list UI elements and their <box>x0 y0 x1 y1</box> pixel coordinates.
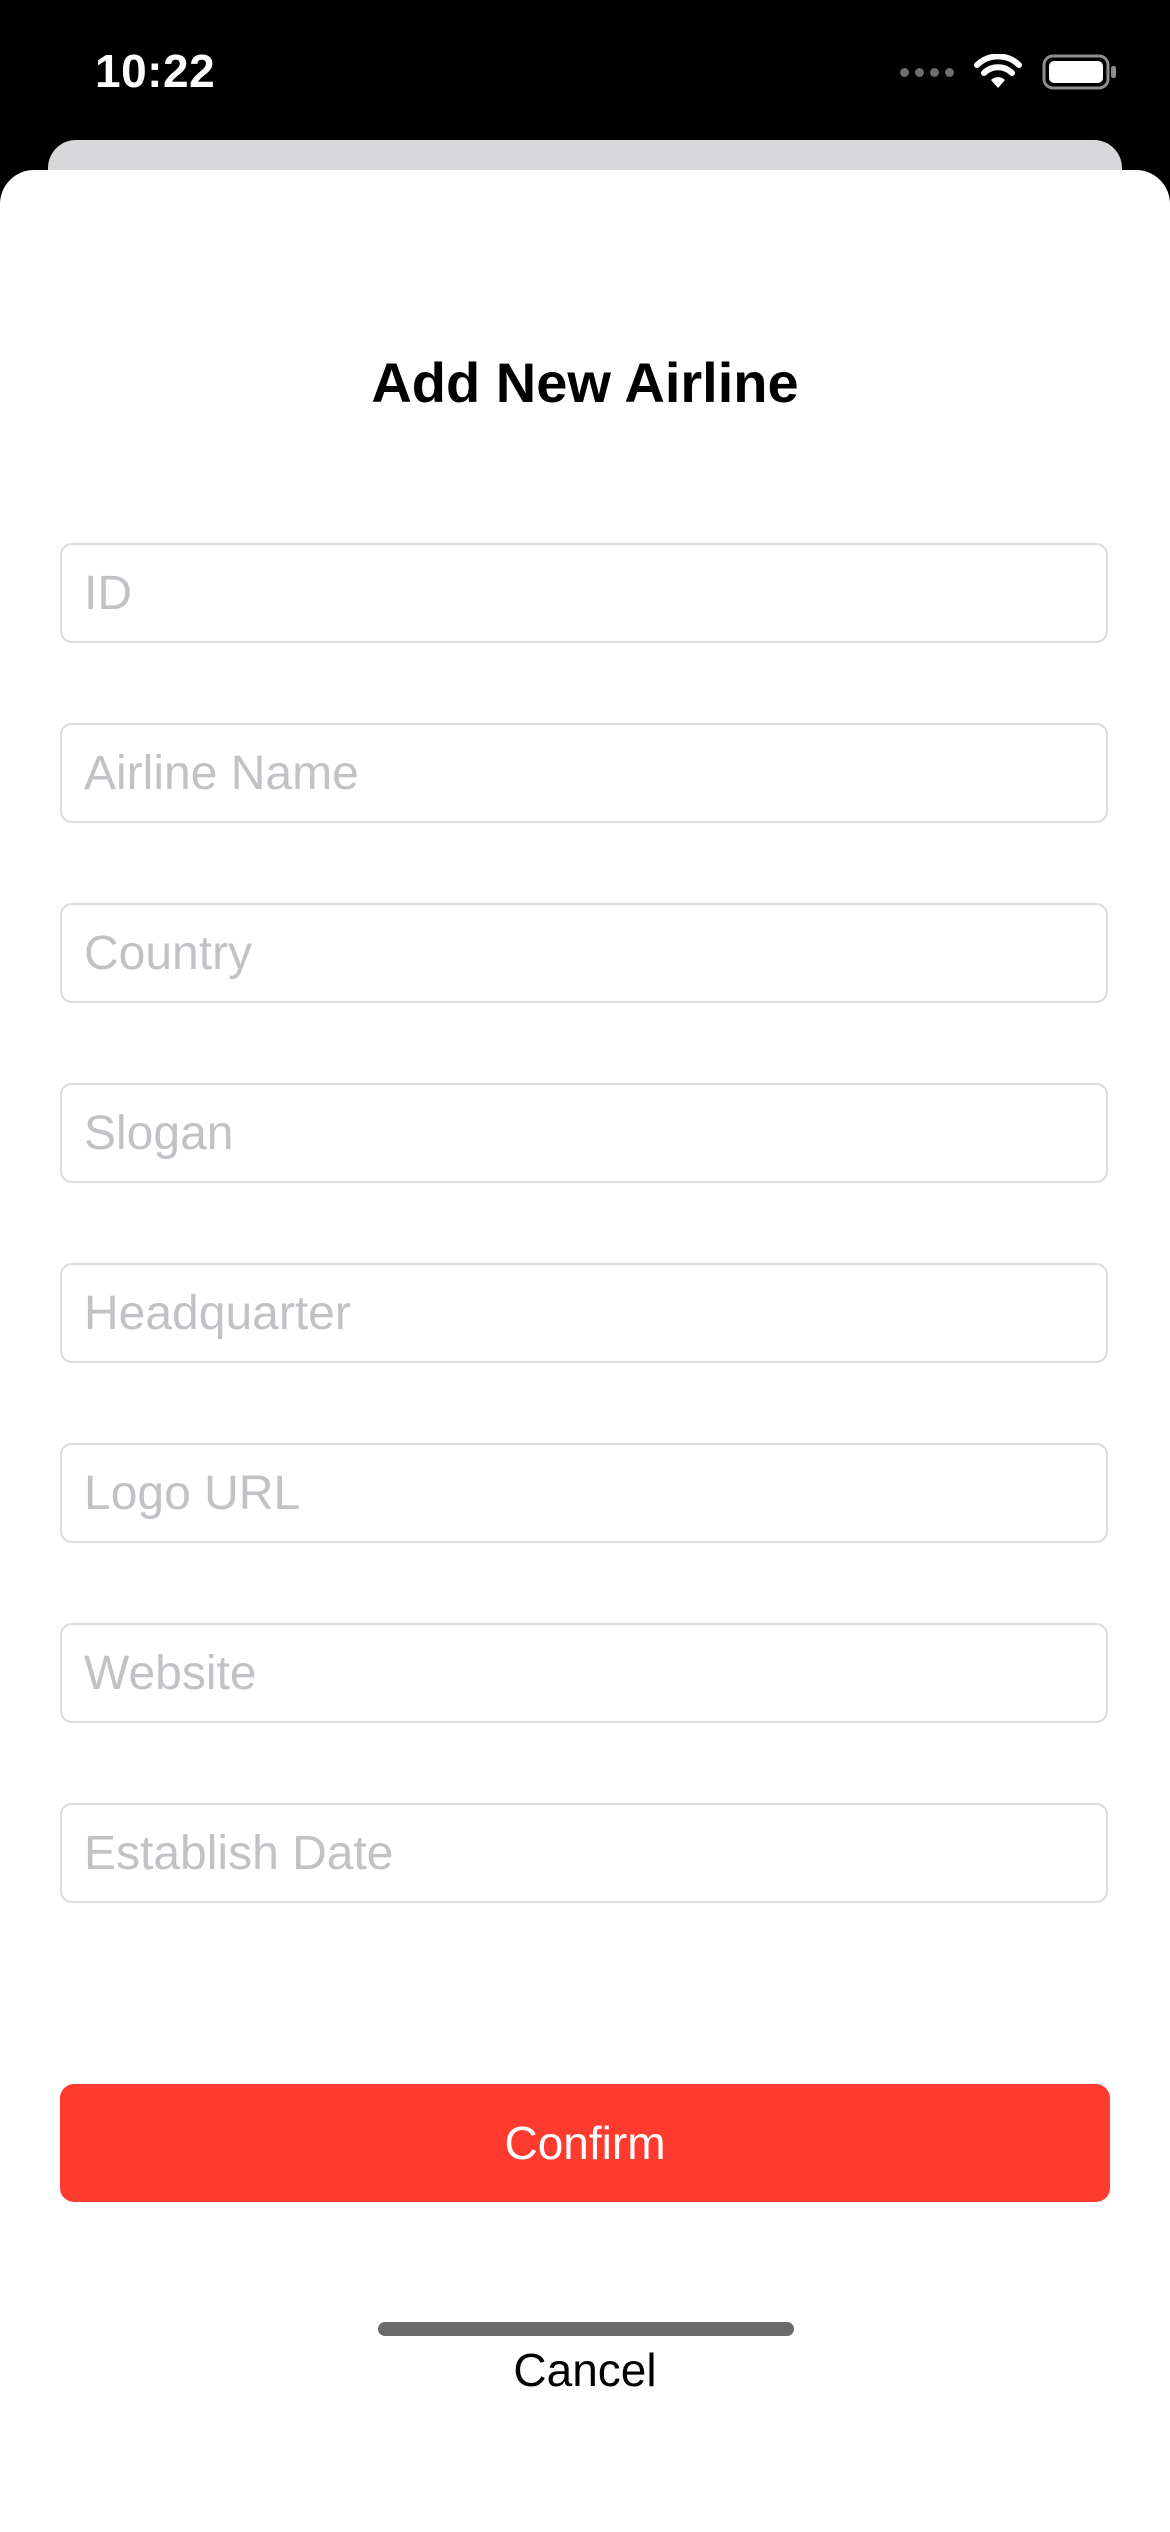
logo-url-field[interactable] <box>60 1443 1108 1543</box>
status-icons <box>900 52 1118 92</box>
battery-icon <box>1042 54 1116 90</box>
home-indicator[interactable] <box>378 2322 794 2336</box>
status-bar: 10:22 <box>0 0 1170 150</box>
sheet-title: Add New Airline <box>371 351 799 414</box>
establish-date-field[interactable] <box>60 1803 1108 1903</box>
add-airline-sheet: Add New Airline Confirm Cancel <box>0 170 1170 2532</box>
website-field[interactable] <box>60 1623 1108 1723</box>
confirm-button[interactable]: Confirm <box>60 2084 1110 2202</box>
slogan-field[interactable] <box>60 1083 1108 1183</box>
headquarter-field[interactable] <box>60 1263 1108 1363</box>
signal-dots-icon <box>900 67 954 77</box>
wifi-icon <box>974 54 1022 88</box>
status-time: 10:22 <box>95 45 216 97</box>
country-field[interactable] <box>60 903 1108 1003</box>
id-field[interactable] <box>60 543 1108 643</box>
airline-name-field[interactable] <box>60 723 1108 823</box>
cancel-button[interactable]: Cancel <box>385 2330 785 2410</box>
